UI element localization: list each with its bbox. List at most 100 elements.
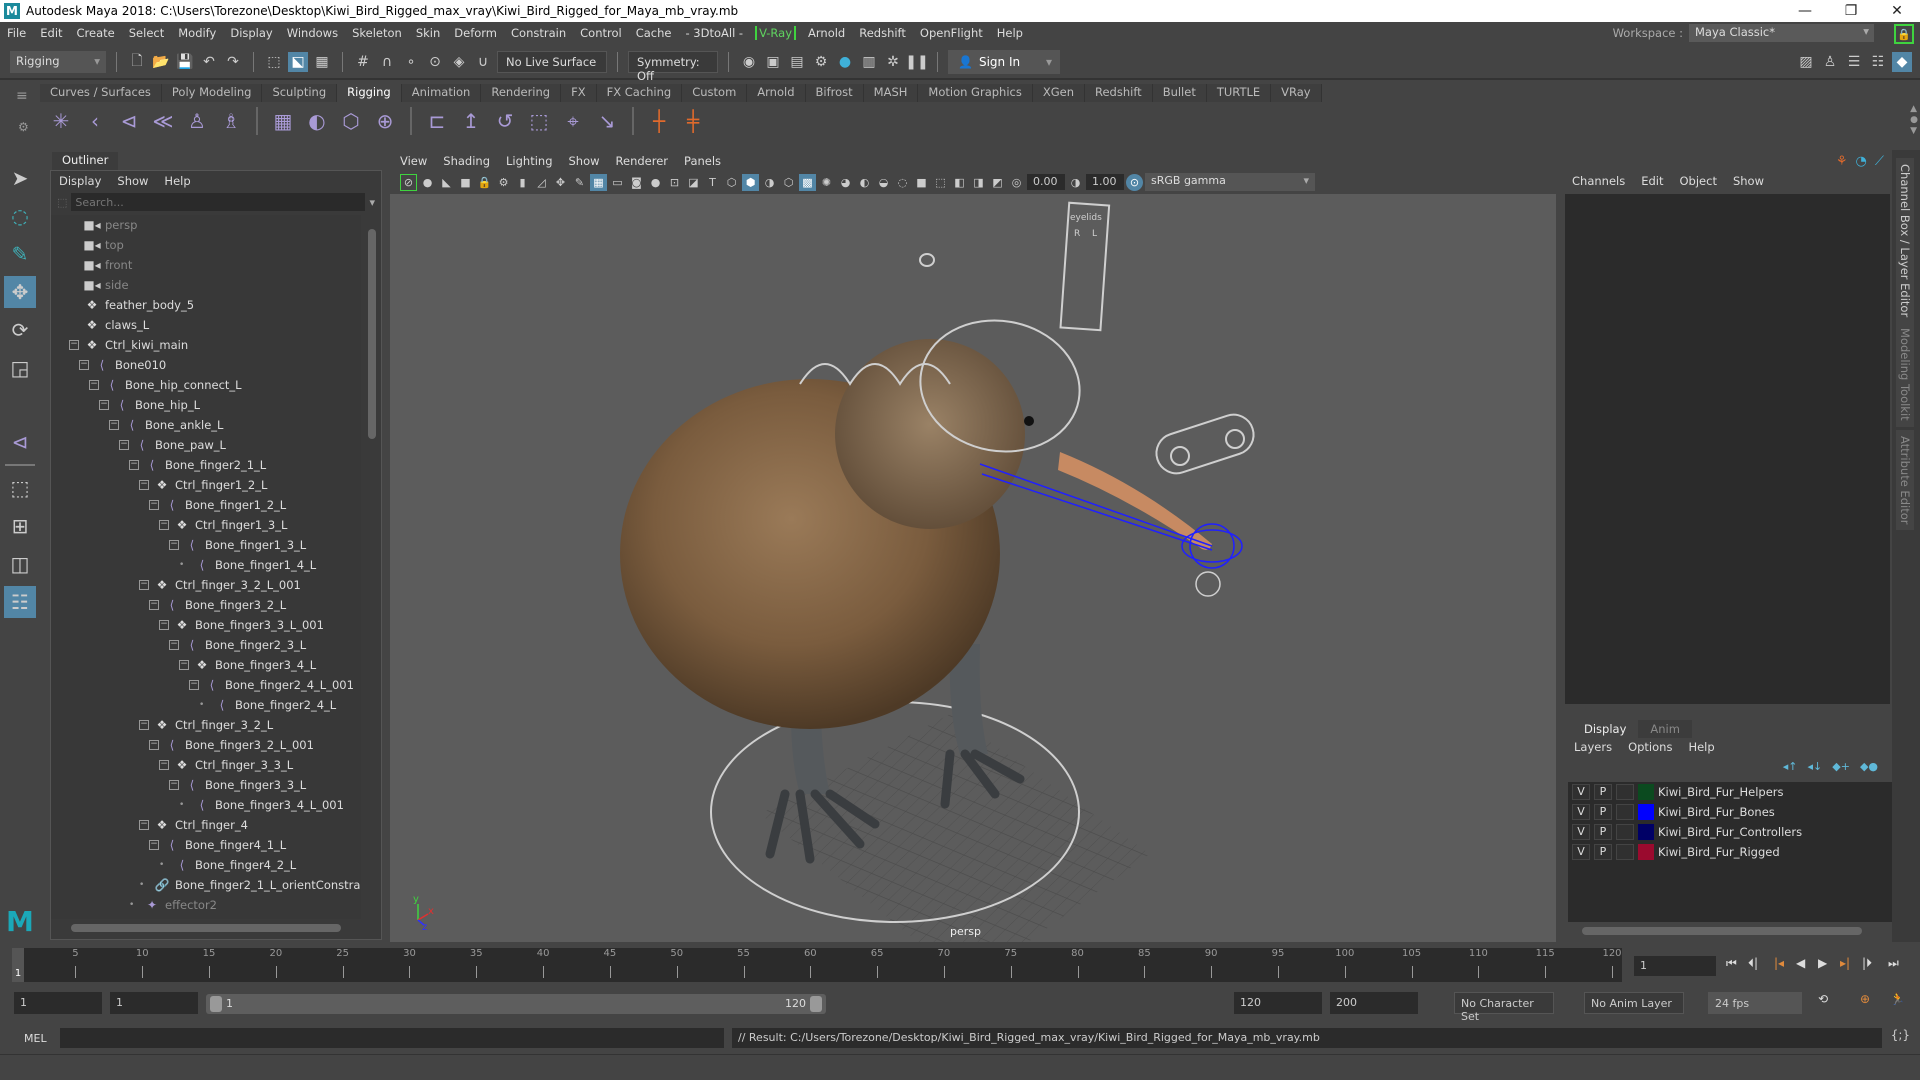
shelf-tab[interactable]: Sculpting [262,84,338,102]
menu-redshift[interactable]: Redshift [852,26,913,40]
safe-title-icon[interactable]: T [704,174,721,191]
maximize-button[interactable]: ❐ [1828,0,1874,22]
outliner-item[interactable]: − ❖ Ctrl_finger1_2_L [51,475,361,495]
2d-pan-zoom-icon[interactable]: ✥ [552,174,569,191]
lock-joint-icon[interactable]: ╪ [678,106,708,136]
display-type-toggle[interactable] [1616,804,1634,820]
step-back-frame-icon[interactable]: |◂ [1774,956,1784,970]
image-plane-icon[interactable]: ◿ [533,174,550,191]
xray-active-components-icon[interactable]: ◩ [989,174,1006,191]
default-material-icon[interactable]: ◑ [761,174,778,191]
collapse-toggle-icon[interactable]: − [99,400,109,410]
outliner-item[interactable]: − ⟨ Bone_finger4_1_L [51,835,361,855]
channel-box-menu-show[interactable]: Show [1733,174,1764,188]
current-frame-field[interactable]: 1 [1634,956,1716,976]
collapse-toggle-icon[interactable]: − [159,760,169,770]
shelf-tab[interactable]: Arnold [747,84,806,102]
camera-attributes-icon[interactable]: ● [419,174,436,191]
outliner-item[interactable]: − ❖ Ctrl_finger_3_2_L_001 [51,575,361,595]
modeling-toolkit-icon[interactable]: ▨ [1796,52,1816,72]
textured-icon[interactable]: ▩ [799,173,816,191]
new-scene-icon[interactable]: 🗋 [127,52,147,72]
scale-constraint-icon[interactable]: ⬚ [524,106,554,136]
last-tool-icon[interactable]: ⊲ [4,426,36,458]
rotate-tool-icon[interactable]: ⟳ [4,314,36,346]
menu-constrain[interactable]: Constrain [504,26,573,40]
outliner-item[interactable]: • ⟨ Bone_finger4_2_L [51,855,361,875]
menu-help[interactable]: Help [990,26,1030,40]
outliner-tab[interactable]: Outliner [52,152,119,170]
layer-color-swatch[interactable] [1638,804,1654,820]
collapse-toggle-icon[interactable]: − [189,680,199,690]
shelf-tab[interactable]: Redshift [1085,84,1153,102]
mirror-joint-icon[interactable]: ⊲ [114,106,144,136]
outliner-item[interactable]: • ⟨ Bone_finger3_4_L_001 [51,795,361,815]
outliner-item[interactable]: ■◂ side [51,275,361,295]
save-scene-icon[interactable]: 💾 [175,52,195,72]
gamma-icon[interactable]: ◑ [1067,174,1084,191]
shelf-tab[interactable]: Curves / Surfaces [40,84,162,102]
outliner-item[interactable]: − ⟨ Bone_finger3_3_L [51,775,361,795]
color-management-toggle-icon[interactable]: ⊙ [1126,173,1143,191]
collapse-toggle-icon[interactable]: − [169,780,179,790]
motion-blur-icon[interactable]: ◒ [875,174,892,191]
menu-arnold[interactable]: Arnold [801,26,852,40]
character-controls-icon[interactable]: ♙ [1820,52,1840,72]
bind-skin-icon[interactable]: ◐ [302,106,332,136]
lock-camera-icon[interactable]: 🔒 [476,174,493,191]
create-empty-layer-icon[interactable]: ◆+ [1832,760,1850,773]
channel-box-hyperbolic-icon[interactable]: ⟋ [1875,154,1884,169]
symmetry-dropdown[interactable]: Symmetry: Off [628,51,718,83]
search-options-chevron-icon[interactable]: ▾ [369,196,375,209]
collapse-toggle-icon[interactable]: − [149,600,159,610]
outliner-item[interactable]: − ❖ Ctrl_finger_3_2_L [51,715,361,735]
gate-mask-icon[interactable]: ● [647,174,664,191]
shelf-tab[interactable]: MASH [863,84,919,102]
channel-box-menu-channels[interactable]: Channels [1572,174,1625,188]
depth-of-field-icon[interactable]: ■ [913,174,930,191]
light-editor-icon[interactable]: ✲ [883,52,903,72]
isolate-select-icon[interactable]: ⬚ [932,174,949,191]
xray-icon[interactable]: ◧ [951,174,968,191]
step-back-key-icon[interactable]: ⏴| [1748,956,1758,971]
point-constraint-icon[interactable]: ↥ [456,106,486,136]
wireframe-on-shaded-icon[interactable]: ⬡ [780,174,797,191]
menu-3dtoall[interactable]: - 3DtoAll - [678,26,750,40]
viewport-menu-shading[interactable]: Shading [443,154,490,168]
pole-vector-constraint-icon[interactable]: ↘ [592,106,622,136]
layer-horizontal-scrollbar[interactable] [1568,926,1896,936]
snap-grid-icon[interactable]: # [353,52,373,72]
collapse-toggle-icon[interactable]: − [89,380,99,390]
menu-create[interactable]: Create [70,26,122,40]
bookmarks-icon[interactable]: ◣ [438,174,455,191]
anim-layer-dropdown[interactable]: No Anim Layer [1584,992,1684,1014]
channel-box-menu-object[interactable]: Object [1680,174,1717,188]
time-slider-bar[interactable]: 5 10 15 20 25 30 35 40 45 50 55 60 65 70 75 80 85 90 95 100… [12,948,1622,982]
outliner-item[interactable]: • ⟨ Bone_finger2_4_L [51,695,361,715]
command-input[interactable] [60,1028,724,1048]
outliner-item[interactable]: − ❖ Ctrl_finger1_3_L [51,515,361,535]
menu-control[interactable]: Control [573,26,629,40]
layer-tab-anim[interactable]: Anim [1638,720,1692,738]
collapse-toggle-icon[interactable]: − [149,500,159,510]
two-view-icon[interactable]: ◫ [4,548,36,580]
four-view-icon[interactable]: ⊞ [4,510,36,542]
render-setup-icon[interactable]: ▥ [859,52,879,72]
go-to-end-icon[interactable]: ⏭ [1888,956,1899,971]
sign-in-button[interactable]: 👤 Sign In [948,50,1060,74]
select-tool-icon[interactable]: ➤ [4,162,36,194]
camera-settings-icon[interactable]: ⚙ [495,174,512,191]
collapse-toggle-icon[interactable]: − [139,820,149,830]
animation-start-field[interactable]: 1 [14,992,102,1014]
move-tool-icon[interactable]: ✥ [4,276,36,308]
outliner-menu-show[interactable]: Show [117,174,148,188]
collapse-toggle-icon[interactable]: − [129,460,139,470]
snap-surface-icon[interactable]: ◈ [449,52,469,72]
aim-constraint-icon[interactable]: ⌖ [558,106,588,136]
field-chart-icon[interactable]: ⊡ [666,174,683,191]
menu-edit[interactable]: Edit [33,26,69,40]
play-forwards-icon[interactable]: ▶ [1818,956,1827,970]
range-start-handle[interactable] [210,996,222,1012]
playback-range-slider[interactable]: 1 120 [206,994,826,1014]
outliner-item[interactable]: − ⟨ Bone010 [51,355,361,375]
